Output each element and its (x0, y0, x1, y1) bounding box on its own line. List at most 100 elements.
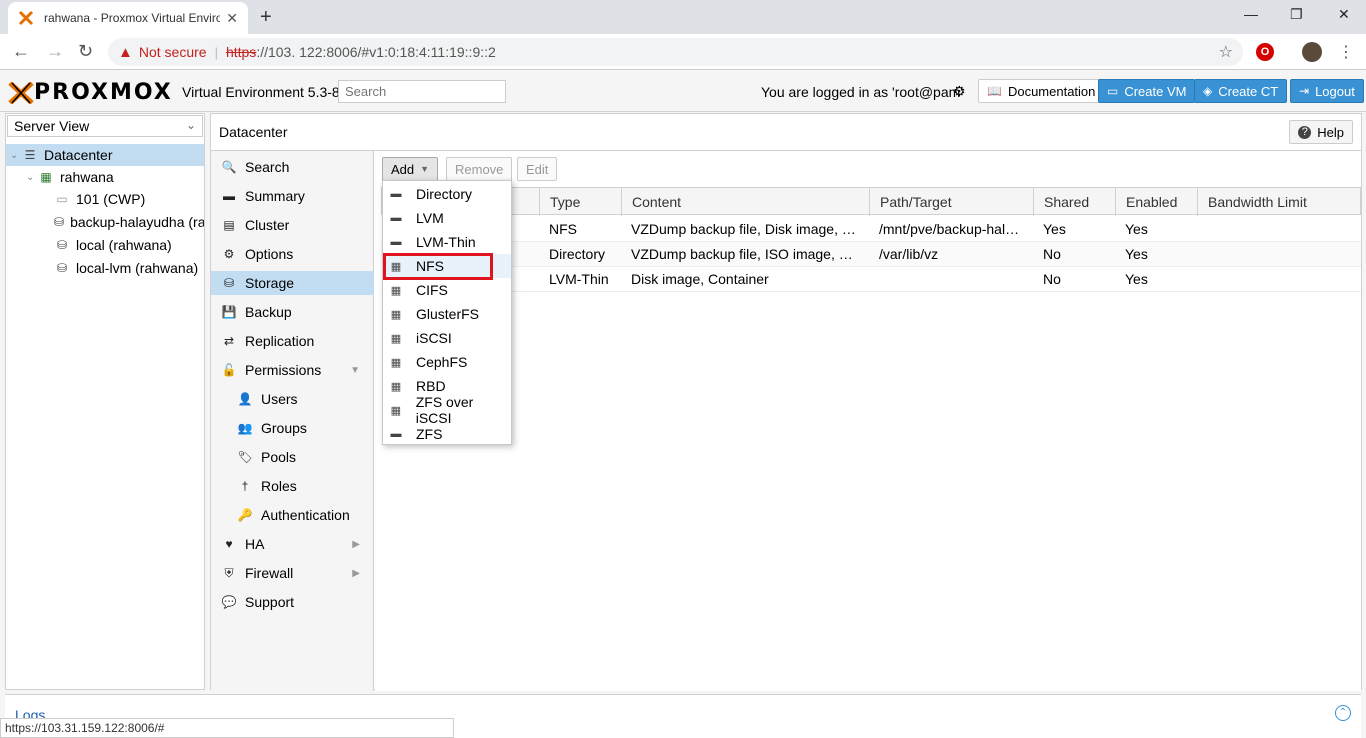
nav-item-permissions[interactable]: 🔓 Permissions ▼ (211, 358, 374, 382)
column-header[interactable]: Enabled (1116, 188, 1198, 216)
nav-item-pools[interactable]: 🏷 Pools (211, 445, 374, 469)
menu-item-lvm[interactable]: ▬ LVM (383, 206, 511, 230)
new-tab-icon[interactable]: + (260, 6, 272, 29)
cell-content: VZDump backup file, Disk image, ISO imag… (631, 221, 859, 237)
column-header[interactable]: Shared (1034, 188, 1116, 216)
menu-item-lvm-thin[interactable]: ▬ LVM-Thin (383, 230, 511, 254)
unlock-icon: 🔓 (221, 363, 237, 377)
tree-item-storage[interactable]: ⛁ local-lvm (rahwana) (6, 257, 204, 279)
column-header[interactable]: Bandwidth Limit (1198, 188, 1362, 216)
nav-label: Authentication (261, 507, 350, 523)
nav-item-search[interactable]: 🔍 Search (211, 155, 374, 179)
edit-button[interactable]: Edit (517, 157, 558, 181)
comments-icon: 💬 (221, 595, 237, 609)
add-button[interactable]: Add ▼ (382, 157, 439, 181)
nav-item-ha[interactable]: ♥ HA ▶ (211, 532, 374, 556)
not-secure-label[interactable]: Not secure (139, 44, 207, 60)
add-storage-menu: ▬ Directory ▬ LVM ▬ LVM-Thin ▦ NFS ▦ CIFS ▦ Gl… (382, 180, 512, 445)
tree-item-datacenter[interactable]: ⌄ ☰ Datacenter (6, 144, 204, 166)
gear-icon[interactable]: ⚙ (953, 83, 966, 100)
restore-icon[interactable]: ❐ (1290, 6, 1303, 23)
proxmox-x-icon (8, 81, 34, 104)
logo-text: PROXMOX (34, 80, 173, 105)
menu-item-zfs[interactable]: ▬ ZFS (383, 422, 511, 446)
omnibox[interactable]: ▲ Not secure | https ://103. 122:8006/#v… (108, 38, 1243, 66)
logged-in-label: You are logged in as 'root@pam' (761, 84, 963, 100)
tree-item-vm[interactable]: ▭ 101 (CWP) (6, 188, 204, 210)
table-row[interactable]: local-lvm LVM-Thin Disk image, Container… (381, 267, 1361, 292)
nav-item-cluster[interactable]: ▤ Cluster (211, 213, 374, 237)
nav-item-users[interactable]: 👤 Users (211, 387, 374, 411)
back-icon[interactable]: ← (12, 41, 30, 62)
expand-icon[interactable]: ▶ (352, 539, 360, 550)
column-header[interactable]: Content (622, 188, 870, 216)
retweet-icon: ⇄ (223, 334, 235, 348)
table-row[interactable]: local Directory VZDump backup file, ISO … (381, 242, 1361, 267)
nav-item-replication[interactable]: ⇄ Replication (211, 329, 374, 353)
panel-title: Datacenter (219, 124, 288, 140)
nav-item-firewall[interactable]: ⛨ Firewall ▶ (211, 561, 374, 585)
chevron-up-icon[interactable]: ⌃ (1335, 705, 1351, 721)
forward-icon[interactable]: → (46, 41, 64, 62)
remove-button[interactable]: Remove (446, 157, 513, 181)
create-ct-button[interactable]: ◈ Create CT (1194, 79, 1288, 103)
menu-item-iscsi[interactable]: ▦ iSCSI (383, 326, 511, 350)
nav-item-authentication[interactable]: 🔑 Authentication (211, 503, 374, 527)
server-view-select[interactable]: Server View ⌄ (7, 115, 203, 137)
column-header[interactable]: Path/Target (870, 188, 1034, 216)
menu-item-glusterfs[interactable]: ▦ GlusterFS (383, 302, 511, 326)
bookmark-star-icon[interactable]: ☆ (1219, 42, 1233, 62)
nav-label: Options (245, 246, 294, 262)
server-icon: ▤ (223, 218, 235, 232)
minimize-icon[interactable]: — (1244, 6, 1258, 22)
window-close-icon[interactable]: ✕ (1338, 6, 1350, 23)
shield-icon: ⛨ (224, 565, 234, 580)
nav-item-roles[interactable]: † Roles (211, 474, 374, 498)
nav-item-backup[interactable]: 💾 Backup (211, 300, 374, 324)
logout-button[interactable]: ⇥ Logout (1290, 79, 1364, 103)
search-input[interactable] (338, 80, 506, 103)
create-vm-button[interactable]: ▭ Create VM (1098, 79, 1196, 103)
reload-icon[interactable]: ↻ (78, 41, 93, 62)
nav-item-storage[interactable]: ⛁ Storage (211, 271, 374, 295)
resource-tree: Server View ⌄ ⌄ ☰ Datacenter ⌄ ▦ rahwana… (5, 113, 205, 690)
expand-icon[interactable]: ▶ (352, 568, 360, 579)
tree-item-storage[interactable]: ⛁ local (rahwana) (6, 234, 204, 256)
tree-item-storage[interactable]: ⛁ backup-halayudha (rahwana) (6, 211, 204, 233)
documentation-button[interactable]: 📖 Documentation (978, 79, 1105, 103)
extension-icon[interactable]: O (1256, 43, 1274, 61)
menu-item-cephfs[interactable]: ▦ CephFS (383, 350, 511, 374)
collapse-icon[interactable]: ⌄ (26, 172, 38, 183)
nav-item-support[interactable]: 💬 Support (211, 590, 374, 614)
tree-item-label: local (rahwana) (76, 237, 172, 253)
collapse-icon[interactable]: ▼ (350, 365, 360, 376)
help-button[interactable]: ? Help (1289, 120, 1353, 144)
profile-avatar[interactable] (1302, 42, 1322, 62)
building-icon: ▦ (390, 308, 402, 321)
search-icon: 🔍 (221, 160, 237, 174)
grid-header: ID Type Content Path/Target Shared Enabl… (381, 187, 1362, 216)
tab-close-icon[interactable]: ✕ (226, 10, 238, 27)
cell-type: Directory (549, 246, 606, 262)
browser-menu-icon[interactable]: ⋮ (1338, 42, 1354, 62)
cell-enabled: Yes (1125, 221, 1148, 237)
browser-tab[interactable]: rahwana - Proxmox Virtual Environment ✕ (8, 2, 248, 34)
nav-label: Cluster (245, 217, 290, 233)
menu-item-label: CephFS (416, 354, 468, 370)
nav-item-groups[interactable]: 👥 Groups (211, 416, 374, 440)
cell-type: LVM-Thin (549, 271, 609, 287)
table-row[interactable]: backup-halayudha NFS VZDump backup file,… (381, 217, 1361, 242)
menu-item-zfs-over-iscsi[interactable]: ▦ ZFS over iSCSI (383, 394, 511, 426)
column-header[interactable]: Type (540, 188, 622, 216)
sign-out-icon: ⇥ (1299, 84, 1310, 98)
cell-enabled: Yes (1125, 271, 1148, 287)
cell-path (869, 267, 1025, 292)
tree-item-node[interactable]: ⌄ ▦ rahwana (6, 166, 204, 188)
cell-path: /var/lib/vz (879, 246, 939, 262)
nav-item-options[interactable]: ⚙ Options (211, 242, 374, 266)
nav-item-summary[interactable]: ▬ Summary (211, 184, 374, 208)
menu-item-cifs[interactable]: ▦ CIFS (383, 278, 511, 302)
menu-item-directory[interactable]: ▬ Directory (383, 182, 511, 206)
key-icon: 🔑 (237, 508, 253, 522)
collapse-icon[interactable]: ⌄ (10, 150, 22, 161)
